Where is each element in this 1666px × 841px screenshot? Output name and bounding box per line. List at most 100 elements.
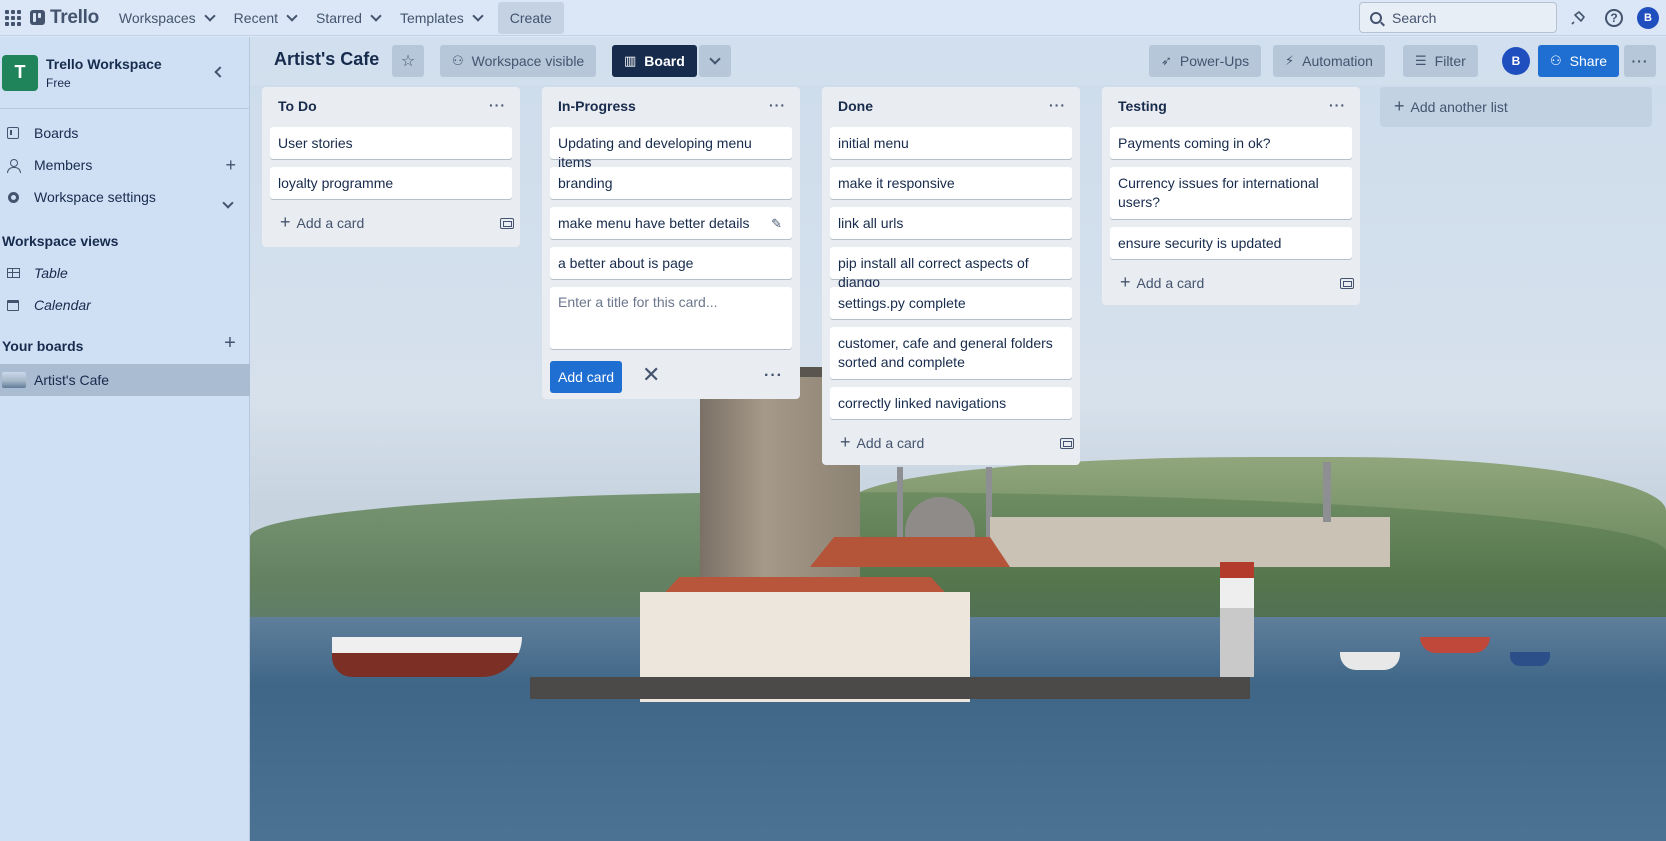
card-title-input[interactable] [558, 294, 784, 340]
user-avatar[interactable]: B [1636, 6, 1660, 30]
card[interactable]: correctly linked navigations [830, 387, 1072, 419]
automation-label: Automation [1302, 53, 1373, 69]
sidebar-board-artists-cafe[interactable]: Artist's Cafe [0, 364, 250, 396]
power-ups-button[interactable]: ➶ Power-Ups [1149, 45, 1262, 77]
list-in-progress: In-Progress ··· Updating and developing … [542, 87, 800, 399]
card[interactable]: Updating and developing menu items [550, 127, 792, 170]
nav-templates[interactable]: Templates [390, 2, 492, 34]
card-template-icon[interactable] [1060, 438, 1074, 449]
trello-logo-text: Trello [50, 6, 99, 28]
rocket-icon: ➶ [1161, 53, 1172, 68]
nav-templates-label: Templates [399, 9, 464, 26]
more-options-icon[interactable]: ··· [764, 367, 783, 385]
workspace-views-heading: Workspace views [2, 233, 119, 249]
filter-icon: ☰ [1415, 53, 1427, 68]
sidebar-item-boards[interactable]: Boards [0, 117, 250, 149]
workspace-header: T Trello Workspace Free [0, 37, 249, 109]
view-switcher-button[interactable] [699, 45, 731, 77]
card[interactable]: Currency issues for international users? [1110, 167, 1352, 219]
share-button[interactable]: ⚇ Share [1538, 45, 1620, 77]
nav-recent-label: Recent [233, 9, 279, 26]
star-board-button[interactable]: ☆ [392, 45, 424, 77]
create-button[interactable]: Create [497, 1, 564, 34]
lightning-icon: ⚡ [1285, 53, 1295, 68]
sidebar-item-label: Artist's Cafe [34, 372, 110, 388]
chevron-down-icon[interactable] [222, 197, 234, 209]
help-icon[interactable]: ? [1602, 6, 1626, 30]
sidebar: T Trello Workspace Free Boards Members +… [0, 37, 250, 841]
trello-logo-icon [30, 10, 45, 25]
card[interactable]: ensure security is updated [1110, 227, 1352, 259]
members-icon [7, 159, 21, 173]
add-card-button[interactable]: + Add a card [1110, 269, 1352, 297]
add-member-icon[interactable]: + [225, 155, 236, 176]
close-icon[interactable]: ✕ [642, 362, 660, 388]
pencil-icon[interactable]: ✎ [771, 214, 782, 233]
card[interactable]: initial menu [830, 127, 1072, 159]
card[interactable]: a better about is page [550, 247, 792, 279]
list-menu-icon[interactable]: ··· [769, 97, 786, 113]
list-title[interactable]: Done [838, 98, 873, 114]
card-template-icon[interactable] [1340, 278, 1354, 289]
list-title[interactable]: In-Progress [558, 98, 636, 114]
filter-button[interactable]: ☰ Filter [1403, 45, 1478, 77]
card-template-icon[interactable] [500, 218, 514, 229]
sidebar-item-label: Boards [34, 125, 79, 141]
card-title: make menu have better details [558, 215, 750, 231]
visibility-button[interactable]: ⚇ Workspace visible [440, 45, 597, 77]
board-view-button[interactable]: ▥ Board [612, 45, 697, 77]
card[interactable]: branding [550, 167, 792, 199]
sidebar-item-label: Calendar [34, 297, 91, 313]
add-card-button[interactable]: + Add a card [270, 209, 512, 237]
board-menu-button[interactable]: ··· [1624, 45, 1656, 77]
nav-recent[interactable]: Recent [224, 2, 306, 34]
card[interactable]: link all urls [830, 207, 1072, 239]
nav-workspaces-label: Workspaces [118, 9, 196, 26]
chevron-down-icon [370, 9, 382, 22]
board-title[interactable]: Artist's Cafe [274, 49, 379, 70]
add-card-label: Add a card [1136, 275, 1205, 291]
share-label: Share [1569, 53, 1608, 69]
sidebar-item-workspace-settings[interactable]: Workspace settings [0, 181, 250, 213]
add-board-icon[interactable]: + [210, 327, 250, 359]
card[interactable]: User stories [270, 127, 512, 159]
more-icon: ··· [1631, 53, 1649, 69]
sidebar-item-table[interactable]: Table [0, 257, 250, 289]
workspace-name[interactable]: Trello Workspace [46, 56, 162, 72]
nav-workspaces[interactable]: Workspaces [109, 2, 224, 34]
search-input[interactable]: Search [1359, 2, 1557, 33]
card[interactable]: make menu have better details ✎ [550, 207, 792, 239]
add-card-submit-button[interactable]: Add card [550, 361, 623, 393]
star-icon: ☆ [400, 53, 416, 70]
add-card-button[interactable]: + Add a card [830, 429, 1072, 457]
list-title[interactable]: To Do [278, 98, 317, 114]
card[interactable]: pip install all correct aspects of djang… [830, 247, 1072, 290]
chevron-down-icon [204, 9, 216, 22]
board-member-avatar[interactable]: B [1502, 47, 1530, 75]
card[interactable]: Payments coming in ok? [1110, 127, 1352, 159]
automation-button[interactable]: ⚡ Automation [1273, 45, 1385, 77]
card[interactable]: loyalty programme [270, 167, 512, 199]
card[interactable]: customer, cafe and general folders sorte… [830, 327, 1072, 379]
search-icon [1370, 11, 1382, 24]
card[interactable]: settings.py complete [830, 287, 1072, 319]
list-menu-icon[interactable]: ··· [1329, 97, 1346, 113]
nav-starred[interactable]: Starred [306, 2, 390, 34]
card[interactable]: make it responsive [830, 167, 1072, 199]
add-another-list-button[interactable]: + Add another list [1380, 87, 1652, 127]
trello-logo[interactable]: Trello [30, 7, 99, 29]
sidebar-item-calendar[interactable]: Calendar [0, 289, 250, 321]
notifications-icon[interactable] [1566, 6, 1590, 30]
collapse-sidebar-icon[interactable] [212, 65, 226, 79]
sidebar-item-label: Table [34, 265, 68, 281]
list-title[interactable]: Testing [1118, 98, 1167, 114]
people-icon: ⚇ [452, 53, 464, 68]
list-menu-icon[interactable]: ··· [1049, 97, 1066, 113]
list-menu-icon[interactable]: ··· [489, 97, 506, 113]
sidebar-item-members[interactable]: Members + [0, 149, 250, 181]
workspace-plan: Free [46, 75, 71, 90]
board-view-label: Board [644, 53, 685, 69]
workspace-logo: T [2, 54, 38, 91]
app-switcher-icon[interactable] [2, 7, 24, 29]
gear-icon [7, 191, 19, 203]
